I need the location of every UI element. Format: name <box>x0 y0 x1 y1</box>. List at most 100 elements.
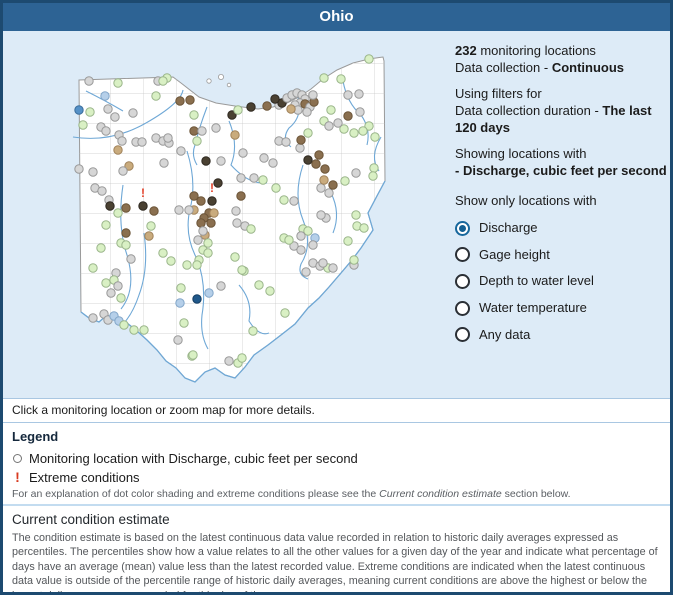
monitoring-dot-normal[interactable] <box>279 195 289 205</box>
monitoring-dot-not-ranked[interactable] <box>198 226 208 236</box>
monitoring-dot-not-ranked[interactable] <box>103 104 113 114</box>
monitoring-dot-not-ranked[interactable] <box>174 205 184 215</box>
monitoring-dot-normal[interactable] <box>359 223 369 233</box>
monitoring-dot-extremely-below[interactable] <box>105 201 115 211</box>
monitoring-dot-normal[interactable] <box>189 110 199 120</box>
monitoring-dot-much-below[interactable] <box>328 180 338 190</box>
monitoring-dot-normal[interactable] <box>319 73 329 83</box>
monitoring-dot-normal[interactable] <box>192 260 202 270</box>
radio-any-data[interactable]: Any data <box>455 327 667 344</box>
monitoring-dot-normal[interactable] <box>368 171 378 181</box>
monitoring-dot-not-ranked[interactable] <box>268 158 278 168</box>
monitoring-dot-much-below[interactable] <box>185 95 195 105</box>
monitoring-dot-not-ranked[interactable] <box>216 156 226 166</box>
monitoring-dot-not-ranked[interactable] <box>316 183 326 193</box>
radio-button-icon[interactable] <box>455 327 470 343</box>
monitoring-dot-not-ranked[interactable] <box>113 281 123 291</box>
monitoring-dot-much-below[interactable] <box>311 159 321 169</box>
monitoring-dot-below-normal[interactable] <box>230 130 240 140</box>
monitoring-dot-extremely-below[interactable] <box>270 94 280 104</box>
radio-button-icon[interactable] <box>455 220 470 236</box>
monitoring-dot-normal[interactable] <box>370 132 380 142</box>
ohio-map[interactable]: !! <box>11 33 451 395</box>
radio-depth-to-water-level[interactable]: Depth to water level <box>455 273 667 290</box>
monitoring-dot-normal[interactable] <box>176 283 186 293</box>
monitoring-dot-not-ranked[interactable] <box>343 90 353 100</box>
monitoring-dot-normal[interactable] <box>280 308 290 318</box>
monitoring-dot-normal[interactable] <box>349 128 359 138</box>
monitoring-dot-normal[interactable] <box>96 243 106 253</box>
monitoring-dot-normal[interactable] <box>203 248 213 258</box>
monitoring-dot-not-ranked[interactable] <box>117 136 127 146</box>
monitoring-dot-not-ranked[interactable] <box>137 137 147 147</box>
monitoring-dot-much-below[interactable] <box>196 196 206 206</box>
monitoring-dot-normal[interactable] <box>258 175 268 185</box>
monitoring-dot-normal[interactable] <box>151 91 161 101</box>
monitoring-dot-not-ranked[interactable] <box>296 245 306 255</box>
monitoring-dot-much-above[interactable] <box>74 105 84 115</box>
monitoring-dot-not-ranked[interactable] <box>289 196 299 206</box>
monitoring-dot-normal[interactable] <box>364 54 374 64</box>
monitoring-dot-not-ranked[interactable] <box>224 356 234 366</box>
monitoring-dot-normal[interactable] <box>192 136 202 146</box>
monitoring-dot-much-below[interactable] <box>189 126 199 136</box>
monitoring-dot-normal[interactable] <box>119 320 129 330</box>
monitoring-dot-not-ranked[interactable] <box>328 263 338 273</box>
monitoring-dot-not-ranked[interactable] <box>351 168 361 178</box>
monitoring-dot-much-below[interactable] <box>236 191 246 201</box>
monitoring-dot-much-below[interactable] <box>314 150 324 160</box>
monitoring-dot-not-ranked[interactable] <box>333 118 343 128</box>
monitoring-dot-below-normal[interactable] <box>113 145 123 155</box>
monitoring-dot-above-normal[interactable] <box>100 91 110 101</box>
monitoring-dot-extremely-below[interactable] <box>303 155 313 165</box>
monitoring-dot-extremely-below[interactable] <box>138 201 148 211</box>
monitoring-dot-not-ranked[interactable] <box>238 148 248 158</box>
monitoring-dot-not-ranked[interactable] <box>211 123 221 133</box>
monitoring-dot-not-ranked[interactable] <box>176 146 186 156</box>
monitoring-dot-not-ranked[interactable] <box>281 137 291 147</box>
monitoring-dot-much-below[interactable] <box>121 203 131 213</box>
monitoring-dot-much-below[interactable] <box>296 135 306 145</box>
monitoring-dot-normal[interactable] <box>336 74 346 84</box>
monitoring-dot-much-below[interactable] <box>175 96 185 106</box>
monitoring-dot-normal[interactable] <box>369 163 379 173</box>
monitoring-dot-much-below[interactable] <box>206 218 216 228</box>
monitoring-dot-much-below[interactable] <box>121 228 131 238</box>
monitoring-dot-not-ranked[interactable] <box>259 153 269 163</box>
monitoring-dot-not-ranked[interactable] <box>163 133 173 143</box>
monitoring-dot-normal[interactable] <box>265 286 275 296</box>
monitoring-dot-not-ranked[interactable] <box>232 218 242 228</box>
monitoring-dot-normal[interactable] <box>182 260 192 270</box>
monitoring-dot-normal[interactable] <box>158 76 168 86</box>
monitoring-dot-above-normal[interactable] <box>175 298 185 308</box>
monitoring-dot-normal[interactable] <box>88 263 98 273</box>
monitoring-dot-normal[interactable] <box>233 105 243 115</box>
monitoring-dot-not-ranked[interactable] <box>84 76 94 86</box>
monitoring-dot-not-ranked[interactable] <box>231 206 241 216</box>
monitoring-dot-normal[interactable] <box>101 220 111 230</box>
monitoring-dot-not-ranked[interactable] <box>236 173 246 183</box>
monitoring-dot-normal[interactable] <box>85 107 95 117</box>
monitoring-dot-much-below[interactable] <box>149 206 159 216</box>
monitoring-dot-below-normal[interactable] <box>286 104 296 114</box>
monitoring-dot-normal[interactable] <box>349 255 359 265</box>
monitoring-dot-not-ranked[interactable] <box>106 288 116 298</box>
monitoring-dot-normal[interactable] <box>271 183 281 193</box>
monitoring-dot-normal[interactable] <box>158 248 168 258</box>
monitoring-dot-normal[interactable] <box>179 318 189 328</box>
monitoring-dot-not-ranked[interactable] <box>197 126 207 136</box>
monitoring-dot-below-normal[interactable] <box>144 231 154 241</box>
monitoring-dot-normal[interactable] <box>351 210 361 220</box>
monitoring-dot-much-below[interactable] <box>262 101 272 111</box>
monitoring-dot-not-ranked[interactable] <box>295 143 305 153</box>
monitoring-dot-not-ranked[interactable] <box>324 188 334 198</box>
monitoring-dot-normal[interactable] <box>284 235 294 245</box>
monitoring-dot-extremely-above[interactable] <box>192 294 202 304</box>
monitoring-dot-below-normal[interactable] <box>319 175 329 185</box>
monitoring-dot-normal[interactable] <box>254 280 264 290</box>
monitoring-dot-not-ranked[interactable] <box>249 173 259 183</box>
monitoring-dot-above-normal[interactable] <box>204 288 214 298</box>
monitoring-dot-not-ranked[interactable] <box>74 164 84 174</box>
monitoring-dot-normal[interactable] <box>116 293 126 303</box>
monitoring-dot-not-ranked[interactable] <box>173 335 183 345</box>
